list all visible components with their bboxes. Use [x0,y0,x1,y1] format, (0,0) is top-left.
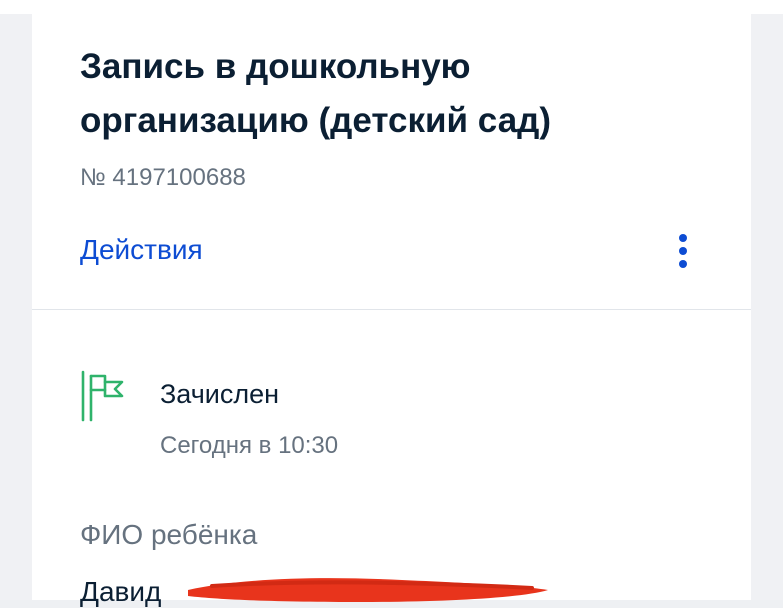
more-dot [679,234,687,242]
application-card: Запись в дошкольную организацию (детский… [32,14,751,607]
more-dot [679,260,687,268]
top-gap [0,0,783,14]
more-options-icon[interactable] [670,230,696,272]
page-title: Запись в дошкольную организацию (детский… [80,47,552,140]
status-label: Зачислен [160,379,280,409]
child-name-value: Давид [80,576,162,607]
status-time: Сегодня в 10:30 [160,432,339,459]
left-background [0,14,32,600]
flag-icon [81,370,124,422]
child-name-label: ФИО ребёнка [80,519,258,550]
more-dot [679,247,687,255]
application-number: № 4197100688 [80,164,246,191]
divider [32,309,751,310]
actions-link[interactable]: Действия [80,234,203,266]
redaction-scribble [188,578,548,602]
right-background [751,14,783,600]
